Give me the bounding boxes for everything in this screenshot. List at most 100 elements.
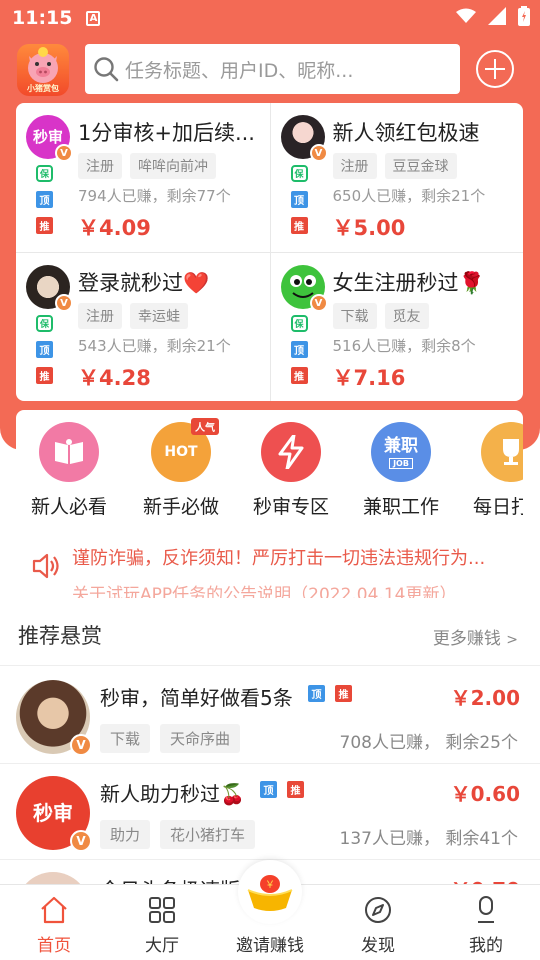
tab-label: 发现 (361, 936, 395, 956)
list-item[interactable]: V 秒审，简单好做看5条 顶 推 ￥2.00 下载 天命序曲 708人已赚， 剩… (0, 668, 540, 764)
category-label: 秒审专区 (252, 496, 329, 518)
task-stats: 650人已赚，剩余21个 (332, 187, 486, 205)
signal-icon (488, 7, 506, 25)
logo-caption: 小猪赏包 (27, 84, 59, 93)
reward-tag: 花小猪打车 (160, 820, 256, 849)
tab-label: 我的 (469, 936, 503, 956)
hot-icon-text: HOT (164, 444, 198, 460)
reward-price: ￥2.00 (450, 686, 520, 710)
reward-stats: 708人已赚， 剩余25个 (339, 733, 518, 753)
wifi-icon (456, 8, 476, 23)
avatar: 秒审 V (26, 115, 73, 162)
guarantee-badge: 保 (290, 165, 308, 182)
reward-price: ￥0.60 (450, 782, 520, 806)
task-card[interactable]: V 女生注册秒过🌹 下载 觅友 保 顶 推 516人已赚，剩余8个 ￥7.16 (269, 252, 523, 401)
invite-button[interactable]: ￥ (238, 860, 302, 924)
avatar: V (16, 680, 92, 756)
task-title: 登录就秒过❤️ (78, 271, 210, 295)
recommend-badge: 推 (36, 217, 53, 234)
task-stats: 543人已赚，剩余21个 (78, 337, 231, 355)
category-label: 新人必看 (30, 496, 107, 518)
recommend-badge: 推 (290, 367, 308, 384)
top-badge: 顶 (290, 341, 308, 358)
task-price: ￥5.00 (332, 216, 406, 240)
list-item[interactable]: 秒审 V 新人助力秒过🍒 顶 推 ￥0.60 助力 花小猪打车 137人已赚， … (0, 764, 540, 860)
guarantee-badge: 保 (36, 315, 53, 332)
recommend-badge: 推 (287, 781, 304, 798)
task-title: 新人领红包极速 (332, 121, 480, 145)
verified-badge: V (309, 144, 328, 162)
popular-ribbon: 人气 (191, 418, 219, 435)
category-label: 兼职工作 (362, 496, 439, 518)
recommend-badge: 推 (335, 685, 352, 702)
grid-icon (149, 897, 175, 923)
lightning-icon (261, 422, 321, 482)
app-logo[interactable]: 小猪赏包 (17, 44, 69, 96)
job-icon-text: 兼职 (384, 435, 418, 456)
category-row: 新人必看 HOT 人气 新手必做 秒审专区 兼职 JOB 兼职工作 每日打卡 (16, 410, 523, 530)
task-tag: 豆豆金球 (384, 153, 457, 179)
category-newbie-guide[interactable]: 新人必看 (24, 422, 114, 519)
task-price: ￥7.16 (332, 366, 406, 390)
task-card[interactable]: V 新人领红包极速 注册 豆豆金球 保 顶 推 650人已赚，剩余21个 ￥5.… (269, 103, 524, 252)
more-link[interactable]: 更多赚钱 > (433, 624, 518, 649)
more-link-label: 更多赚钱 (432, 629, 501, 649)
avatar: V (280, 115, 328, 162)
search-icon (94, 57, 119, 82)
tab-discover[interactable]: 发现 (338, 893, 418, 956)
briefcase-icon: 兼职 JOB (371, 422, 431, 482)
guarantee-badge: 保 (36, 165, 53, 182)
reward-tag: 天命序曲 (160, 724, 241, 753)
avatar: 秒审 V (16, 776, 92, 852)
verified-badge: V (55, 294, 73, 312)
top-badge: 顶 (308, 685, 325, 702)
home-icon (41, 896, 67, 924)
notice-ticker[interactable]: 谨防诈骗，反诈须知！严厉打击一切违法违规行为... 关于试玩APP任务的公告说明… (16, 536, 523, 598)
verified-badge: V (309, 294, 328, 312)
category-label: 新手必做 (142, 496, 219, 518)
tab-mine[interactable]: 我的 (446, 893, 526, 956)
task-title: 1分审核+加后续... (78, 121, 255, 145)
tab-label: 邀请赚钱 (236, 936, 304, 956)
job-icon-subtext: JOB (389, 457, 413, 469)
task-tag: 觅友 (384, 303, 429, 329)
task-card[interactable]: 秒审 V 1分审核+加后续... 注册 哞哞向前冲 保 顶 推 794人已赚，剩… (16, 103, 270, 252)
task-stats: 794人已赚，剩余77个 (78, 187, 231, 205)
task-tag: 注册 (78, 303, 122, 329)
book-icon (39, 422, 99, 482)
search-input[interactable]: 任务标题、用户ID、昵称... (85, 44, 460, 94)
category-beginner-tasks[interactable]: HOT 人气 新手必做 (136, 418, 226, 519)
tab-label: 首页 (37, 936, 71, 956)
task-tag: 下载 (332, 303, 377, 329)
task-card[interactable]: V 登录就秒过❤️ 注册 幸运蛙 保 顶 推 543人已赚，剩余21个 ￥4.2… (16, 252, 270, 401)
compass-icon (365, 897, 391, 923)
svg-text:￥: ￥ (265, 880, 275, 891)
top-badge: 顶 (290, 191, 308, 208)
category-fast-review[interactable]: 秒审专区 (246, 422, 336, 519)
trophy-icon (481, 422, 523, 482)
section-title: 推荐悬赏 (18, 624, 102, 648)
reward-stats: 137人已赚， 剩余41个 (339, 829, 518, 849)
verified-badge: V (70, 830, 92, 852)
verified-badge: V (55, 144, 73, 162)
tab-hall[interactable]: 大厅 (122, 893, 202, 956)
reward-tag: 助力 (100, 820, 151, 849)
task-tag: 幸运蛙 (130, 303, 188, 329)
task-title: 女生注册秒过🌹 (332, 271, 485, 295)
notice-text: 谨防诈骗，反诈须知！严厉打击一切违法违规行为... (72, 548, 486, 569)
reward-title: 新人助力秒过🍒 (100, 782, 245, 806)
top-badge: 顶 (36, 341, 53, 358)
top-badge: 顶 (260, 781, 277, 798)
category-daily-checkin[interactable]: 每日打卡 (466, 422, 523, 519)
search-placeholder: 任务标题、用户ID、昵称... (125, 59, 354, 82)
add-button[interactable] (476, 50, 514, 88)
category-part-time[interactable]: 兼职 JOB 兼职工作 (356, 422, 446, 519)
tab-home[interactable]: 首页 (14, 893, 94, 956)
hot-icon: HOT 人气 (151, 418, 219, 482)
top-badge: 顶 (36, 191, 53, 208)
task-tag: 哞哞向前冲 (130, 153, 216, 179)
avatar: V (26, 265, 73, 312)
tab-label: 大厅 (145, 936, 179, 956)
category-label: 每日打卡 (472, 496, 523, 518)
battery-icon (518, 6, 530, 26)
